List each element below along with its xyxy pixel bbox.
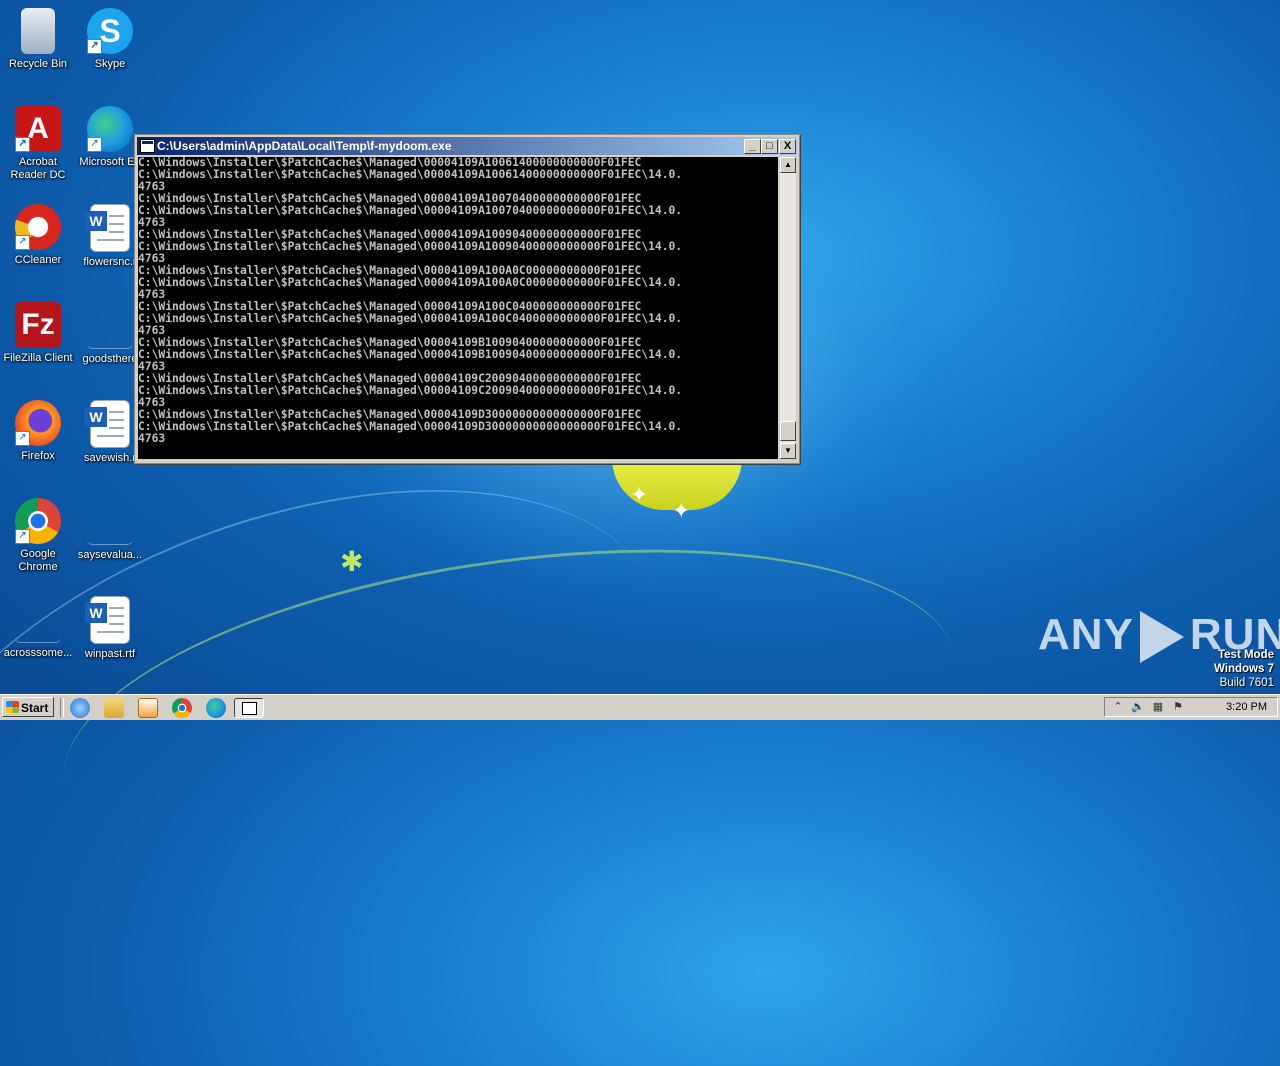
action-center-flag-icon[interactable]: ⚑ [1171,700,1185,714]
wallpaper-sparkle: ✦ [630,482,649,507]
build-line: Build 7601 [1219,677,1274,689]
desktop-icon-ccleaner[interactable]: ↗ CCleaner [0,204,76,267]
firefox-icon: ↗ [15,400,61,446]
filezilla-icon: Fz [15,302,61,348]
console-icon [242,702,257,715]
volume-icon[interactable]: 🔈 [1131,700,1145,714]
desktop-icon-acrobat[interactable]: A ↗ Acrobat Reader DC [0,106,76,182]
shortcut-arrow-icon: ↗ [15,431,30,446]
maximize-button[interactable]: □ [761,139,778,154]
wallpaper-sparkle: ✱ [340,546,364,577]
shortcut-arrow-icon: ↗ [15,529,30,544]
close-button[interactable]: X [779,139,796,154]
scrollbar-thumb[interactable] [780,421,796,441]
system-tray: ⌃ 🔈 ▦ ⚑ 3:20 PM [1104,697,1278,717]
watermark-text: ANY [1038,610,1134,659]
desktop-icon-label: Skype [94,58,126,70]
ie-icon[interactable] [70,698,90,718]
test-mode-notice: Test Mode Windows 7 Build 7601 [1214,648,1274,690]
desktop-icon-chrome[interactable]: ↗ Google Chrome [0,498,76,574]
taskbar-separator [60,698,64,717]
show-hidden-icons-icon[interactable]: ⌃ [1111,700,1125,714]
scroll-up-arrow-icon[interactable]: ▲ [780,157,796,173]
desktop-icon-label: Acrobat Reader DC [10,156,66,181]
windows-logo-icon [6,701,19,713]
ccleaner-icon: ↗ [15,204,61,250]
desktop-icon-winpast[interactable]: W winpast.rtf [72,596,148,661]
desktop-icon-label: saysevalua... [77,549,143,561]
console-window[interactable]: C:\Users\admin\AppData\Local\Temp\f-mydo… [134,134,800,464]
play-icon [1139,611,1184,664]
acrobat-icon: A ↗ [15,106,61,152]
test-mode-line: Test Mode [1217,649,1274,661]
os-name-line: Windows 7 [1214,663,1274,675]
desktop-icon-skype[interactable]: S ↗ Skype [72,8,148,71]
word-doc-icon: W [85,400,130,448]
chrome-icon: ↗ [15,498,61,544]
start-button[interactable]: Start [2,697,54,717]
shortcut-arrow-icon: ↗ [87,39,102,54]
start-label: Start [21,701,49,715]
network-icon[interactable]: ▦ [1151,700,1165,714]
window-title: C:\Users\admin\AppData\Local\Temp\f-mydo… [157,139,452,153]
desktop-icon-firefox[interactable]: ↗ Firefox [0,400,76,463]
minimize-button[interactable]: _ [744,139,761,154]
file-icon [87,302,133,349]
file-icon [15,596,61,643]
file-icon [87,498,133,545]
desktop-icon-label: CCleaner [14,254,62,266]
taskbar-clock[interactable]: 3:20 PM [1226,701,1267,713]
edge-icon: ↗ [87,106,133,152]
desktop-icon-label: Recycle Bin [8,58,68,70]
desktop-icon-label: Firefox [21,450,55,462]
desktop-icon-label: acrosssome... [3,647,73,659]
media-player-icon[interactable] [138,698,158,718]
edge-icon[interactable] [206,698,226,718]
shortcut-arrow-icon: ↗ [15,235,30,250]
taskbar-console-button[interactable] [234,698,264,718]
desktop-icon-saysevalua[interactable]: saysevalua... [72,498,148,562]
console-icon [140,139,155,153]
desktop-icon-label: winpast.rtf [84,648,136,660]
skype-icon: S ↗ [87,8,133,54]
explorer-icon[interactable] [104,698,124,718]
scroll-down-arrow-icon[interactable]: ▼ [780,443,796,459]
console-output-text: C:\Windows\Installer\$PatchCache$\Manage… [138,157,683,445]
taskbar: Start ⌃ 🔈 ▦ ⚑ 3:20 PM [0,694,1280,720]
word-doc-icon: W [85,204,130,252]
console-output-area[interactable]: C:\Windows\Installer\$PatchCache$\Manage… [138,157,778,459]
wallpaper-sparkle: ✦ [672,498,691,523]
shortcut-arrow-icon: ↗ [87,137,102,152]
window-titlebar[interactable]: C:\Users\admin\AppData\Local\Temp\f-mydo… [137,137,797,155]
desktop-icon-label: FileZilla Client [3,352,73,364]
chrome-icon[interactable] [172,698,192,718]
shortcut-arrow-icon: ↗ [15,137,30,152]
desktop-icon-label: Google Chrome [18,548,58,573]
recycle-bin-icon [21,8,55,54]
desktop-icon-recycle-bin[interactable]: Recycle Bin [0,8,76,71]
desktop-icon-filezilla[interactable]: Fz FileZilla Client [0,302,76,365]
vertical-scrollbar[interactable]: ▲ ▼ [780,157,796,459]
desktop-icon-acrosssome[interactable]: acrosssome... [0,596,76,660]
word-doc-icon: W [85,596,130,644]
